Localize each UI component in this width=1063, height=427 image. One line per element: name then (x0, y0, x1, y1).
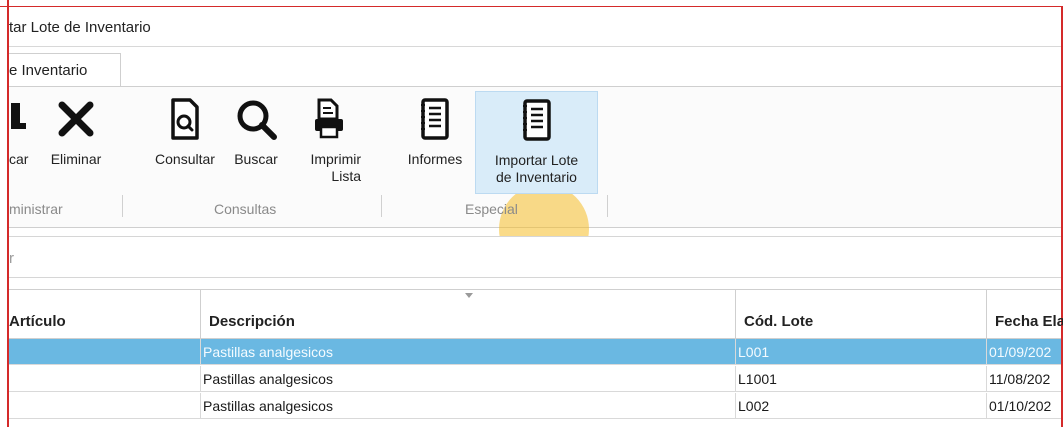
consultar-label: Consultar (155, 151, 215, 167)
import-notebook-icon (515, 98, 559, 142)
cell-cod-lote: L002 (736, 393, 987, 419)
ribbon: car Eliminar ministrar Consultar Buscar … (9, 86, 1061, 274)
lotes-grid: Artículo Descripción Cód. Lote Fecha Ela… (9, 289, 1063, 427)
group-separator (607, 195, 608, 217)
cell-fecha: 01/09/202 (989, 344, 1052, 360)
informes-button[interactable]: Informes (397, 91, 473, 191)
grid-header: Artículo Descripción Cód. Lote Fecha Ela (9, 290, 1063, 339)
informes-label: Informes (407, 151, 463, 167)
sort-indicator-icon (465, 293, 473, 298)
search-input[interactable]: r (9, 236, 1061, 278)
group-label-especial: Especial (465, 201, 518, 217)
column-header-articulo[interactable]: Artículo (9, 290, 201, 339)
search-placeholder: r (9, 250, 14, 267)
buscar-label: Buscar (234, 151, 278, 167)
modificar-button[interactable]: car (0, 91, 41, 191)
importar-line1: Importar Lote (494, 152, 579, 168)
magnifier-icon (234, 97, 278, 141)
consultar-button[interactable]: Consultar (145, 91, 225, 191)
eliminar-label: Eliminar (50, 151, 102, 167)
group-label-consultas: Consultas (214, 201, 277, 217)
title-bar: tar Lote de Inventario (9, 7, 1061, 47)
imprimir-lista-label: Imprimir Lista (289, 151, 369, 185)
cell-fecha: 01/10/202 (989, 398, 1052, 414)
imprimir-line1: Imprimir (310, 151, 361, 167)
imprimir-lista-button[interactable]: Imprimir Lista (289, 91, 369, 191)
cell-fecha: 11/08/202 (989, 371, 1051, 387)
importar-lote-label: Importar Lote de Inventario (476, 152, 597, 186)
tab-strip: e Inventario (9, 47, 1061, 86)
cell-cod-lote: L1001 (736, 366, 987, 392)
table-row[interactable]: Pastillas analgesicos L1001 11/08/202 (9, 366, 1061, 392)
modificar-label: car (9, 151, 29, 167)
window-title: tar Lote de Inventario (9, 19, 151, 36)
buscar-button[interactable]: Buscar (227, 91, 285, 191)
cell-articulo (9, 366, 201, 392)
edit-icon (11, 97, 31, 141)
app-window: tar Lote de Inventario e Inventario car (0, 0, 1063, 427)
table-row[interactable]: Pastillas analgesicos L002 01/10/202 (9, 393, 1061, 419)
importar-lote-button[interactable]: Importar Lote de Inventario (475, 91, 598, 194)
notebook-icon (413, 97, 457, 141)
column-header-descripcion[interactable]: Descripción (201, 290, 736, 339)
importar-line2: de Inventario (496, 169, 577, 185)
imprimir-line2: Lista (331, 168, 361, 184)
delete-x-icon (54, 97, 98, 141)
cell-articulo (9, 339, 201, 365)
cell-descripcion: Pastillas analgesicos (201, 339, 736, 365)
cell-articulo (9, 393, 201, 419)
cell-descripcion: Pastillas analgesicos (201, 366, 736, 392)
eliminar-button[interactable]: Eliminar (41, 91, 111, 191)
cell-cod-lote: L001 (736, 339, 987, 365)
column-header-cod-lote[interactable]: Cód. Lote (736, 290, 987, 339)
column-header-fecha[interactable]: Fecha Ela (987, 290, 1063, 339)
group-label-administrar: ministrar (9, 201, 63, 217)
cell-descripcion: Pastillas analgesicos (201, 393, 736, 419)
printer-icon (307, 97, 351, 141)
tab-label: e Inventario (9, 62, 88, 79)
group-separator (381, 195, 382, 217)
group-separator (122, 195, 123, 217)
table-row[interactable]: Pastillas analgesicos L001 01/09/202 (9, 339, 1061, 365)
tab-lote-inventario[interactable]: e Inventario (9, 53, 121, 86)
document-search-icon (163, 97, 207, 141)
